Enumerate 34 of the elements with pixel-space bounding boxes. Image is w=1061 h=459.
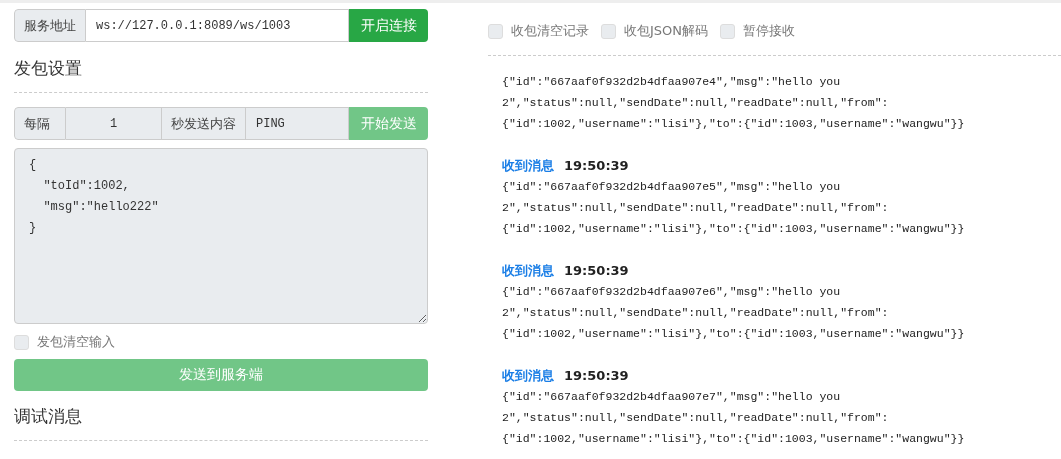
field-label: 服务地址 <box>14 9 86 42</box>
message-time: 19:50:39 <box>564 157 629 175</box>
field-label: 秒发送内容 <box>162 107 246 140</box>
checkbox[interactable] <box>488 23 503 39</box>
section-title: 调试消息 <box>14 405 83 428</box>
message-text: {"id":"667aaf0f932d2b4dfaa907e5","msg":"hello you <box>502 179 842 195</box>
message-time: 19:50:39 <box>564 262 629 280</box>
message-text: {"id":"667aaf0f932d2b4dfaa907e7","msg":"hello you <box>502 389 842 405</box>
message-text: {"id":1002,"username":"lisi"},"to":{"id":1003,"username":"wangwu"}} <box>502 326 966 342</box>
checkbox[interactable] <box>601 23 616 39</box>
checkbox-label: 发包清空输入 <box>37 333 115 351</box>
message-text: 2","status":null,"sendDate":null,"readDate":null,"from": <box>502 305 890 321</box>
url-input[interactable]: ws://127.0.0.1:8089/ws/1003 <box>86 9 349 42</box>
message-time: 19:50:39 <box>564 367 629 385</box>
checkbox-label: 收包清空记录 <box>511 22 589 40</box>
message-text: 2","status":null,"sendDate":null,"readDate":null,"from": <box>502 410 890 426</box>
content-input[interactable]: PING <box>246 107 349 140</box>
checkbox[interactable] <box>14 334 29 350</box>
message-text: {"id":1002,"username":"lisi"},"to":{"id":1003,"username":"wangwu"}} <box>502 221 966 237</box>
interval-input[interactable]: 1 <box>66 107 162 140</box>
message-text: {"id":"667aaf0f932d2b4dfaa907e6","msg":"hello you <box>502 284 842 300</box>
message-text: {"id":1002,"username":"lisi"},"to":{"id":1003,"username":"wangwu"}} <box>502 116 966 132</box>
message-text: 2","status":null,"sendDate":null,"readDate":null,"from": <box>502 95 890 111</box>
message-text: 2","status":null,"sendDate":null,"readDate":null,"from": <box>502 200 890 216</box>
message-label: 收到消息 <box>502 157 554 175</box>
message-label: 收到消息 <box>502 367 554 385</box>
checkbox-label: 暂停接收 <box>743 22 796 40</box>
checkbox[interactable] <box>720 23 736 39</box>
message-text: {"id":"667aaf0f932d2b4dfaa907e4","msg":"hello you <box>502 74 842 90</box>
message-label: 收到消息 <box>502 262 554 280</box>
message-text: {"id":1002,"username":"lisi"},"to":{"id":1003,"username":"wangwu"}} <box>502 431 966 447</box>
field-label: 每隔 <box>14 107 66 140</box>
checkbox-label: 收包JSON解码 <box>624 22 709 40</box>
section-title: 发包设置 <box>14 57 83 80</box>
